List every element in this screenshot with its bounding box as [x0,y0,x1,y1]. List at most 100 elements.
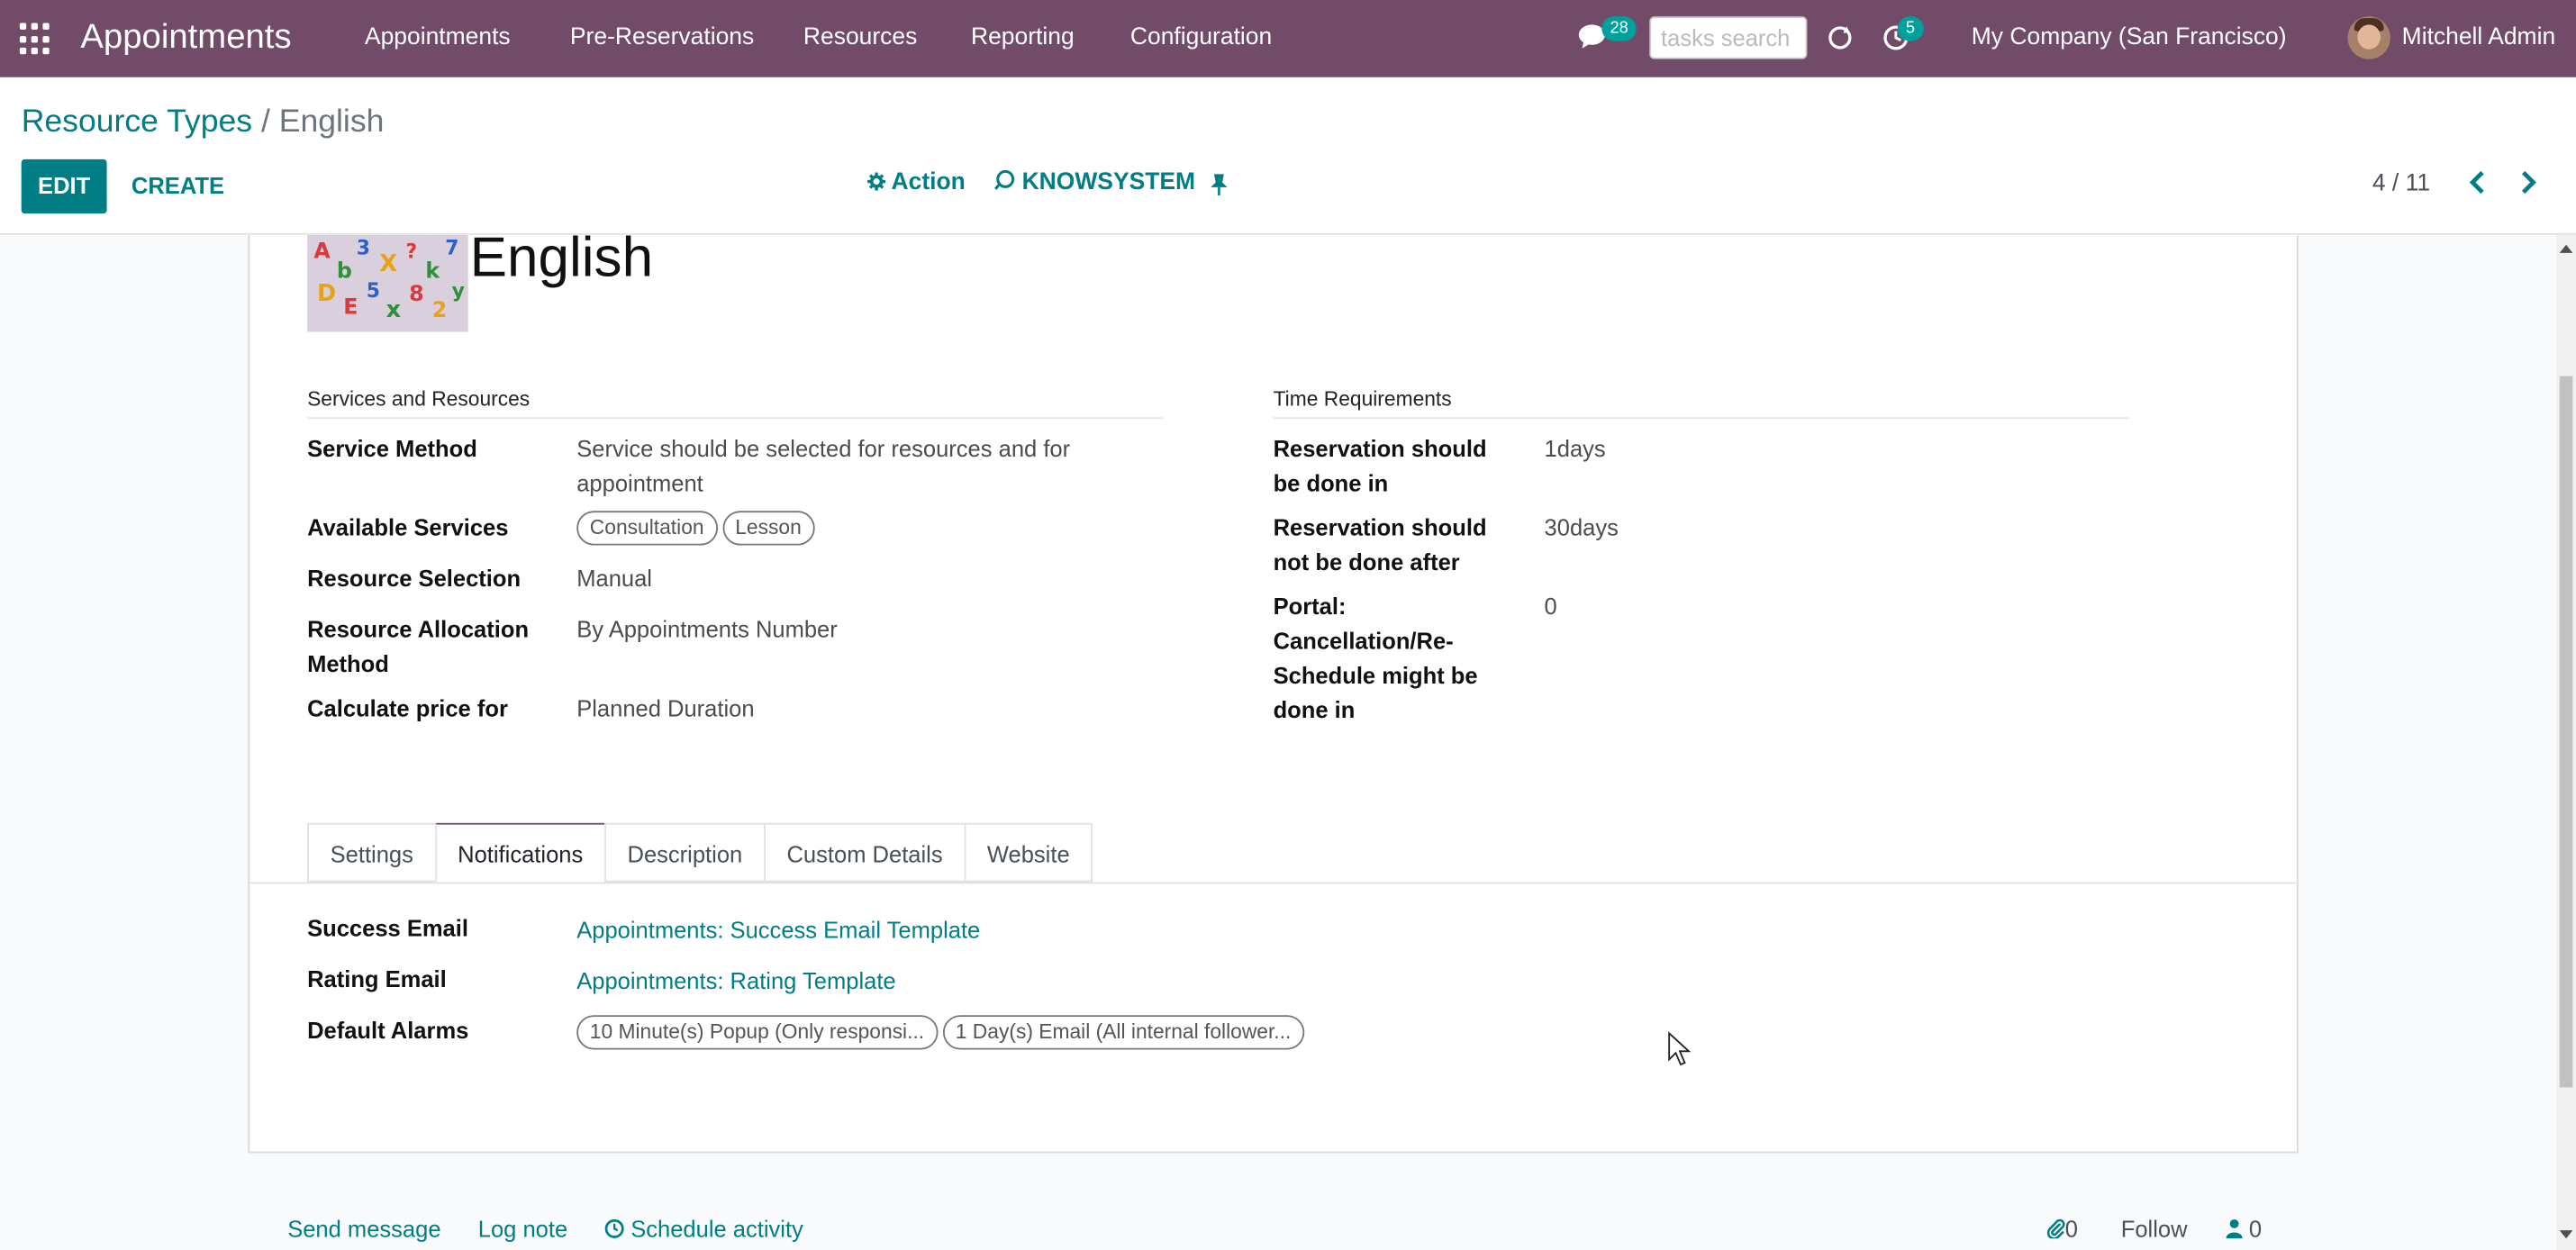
record-image[interactable]: A b 3 X ? k 7 D E 5 x 8 2 y [307,234,468,332]
tab-description[interactable]: Description [603,822,764,883]
svg-text:y: y [452,280,465,303]
schedule-activity-label: Schedule activity [630,1215,803,1242]
service-tag[interactable]: Consultation [576,511,718,546]
services-group-title: Services and Resources [307,387,531,411]
pager-value[interactable]: 4 / 11 [2372,171,2430,197]
resource-selection-label: Resource Selection [307,565,522,592]
reservation-not-after-value: 30days [1544,513,1619,541]
tasks-search-input[interactable] [1649,16,1808,59]
scroll-down-arrow-icon[interactable] [2559,1230,2573,1239]
alarm-tag[interactable]: 1 Day(s) Email (All internal follower... [942,1015,1304,1050]
scroll-up-arrow-icon[interactable] [2559,244,2573,253]
paperclip-icon [2046,1216,2065,1242]
available-services-label: Available Services [307,513,509,541]
action-label: Action [891,168,966,196]
menu-resources[interactable]: Resources [803,0,917,77]
follow-button[interactable]: Follow [2121,1216,2188,1242]
tab-website[interactable]: Website [964,822,1093,883]
time-group-title: Time Requirements [1273,387,1452,411]
breadcrumb-parent[interactable]: Resource Types [22,104,252,140]
svg-text:5: 5 [367,280,380,303]
form-scrollbar[interactable] [2556,234,2576,1250]
attachments-count: 0 [2064,1215,2078,1242]
service-method-label: Service Method [307,435,477,462]
schedule-activity-button[interactable]: Schedule activity [604,1216,803,1242]
svg-text:8: 8 [409,281,423,306]
breadcrumb-current: English [278,103,385,140]
service-method-value: Service should be selected for resources… [576,435,1071,496]
portal-cancellation-label: Portal: Cancellation/Re-Schedule might b… [1273,593,1478,723]
reservation-not-after-label: Reservation should not be done after [1273,513,1487,575]
resource-selection-value: Manual [576,565,652,592]
messages-count-badge: 28 [1601,16,1637,41]
log-note-button[interactable]: Log note [478,1216,567,1242]
svg-text:b: b [337,258,352,283]
svg-text:7: 7 [445,238,458,260]
tab-notifications[interactable]: Notifications [434,822,604,883]
rating-email-link[interactable]: Appointments: Rating Template [576,965,895,999]
chevron-right-icon[interactable] [2518,170,2538,203]
calculate-price-value: Planned Duration [576,694,755,721]
breadcrumb-separator: / [260,103,270,140]
svg-text:k: k [425,258,440,283]
resource-allocation-label: Resource Allocation Method [307,615,530,677]
edit-button[interactable]: EDIT [21,159,107,214]
followers-count: 0 [2248,1215,2263,1242]
resource-allocation-value: By Appointments Number [576,615,838,643]
followers-button[interactable]: 0 [2226,1216,2262,1242]
top-navbar: Appointments Appointments Pre-Reservatio… [0,0,2576,77]
services-group-divider [307,417,1164,420]
user-icon [2226,1216,2243,1242]
create-button[interactable]: CREATE [132,159,224,213]
svg-text:E: E [343,294,358,319]
user-menu[interactable]: Mitchell Admin [2402,0,2556,76]
knowsystem-button[interactable]: KNOWSYSTEM [994,168,1196,196]
time-group-divider [1273,417,2129,420]
reservation-done-in-value: 1days [1544,435,1606,462]
knowsystem-label: KNOWSYSTEM [1021,168,1196,196]
reservation-done-in-label: Reservation should be done in [1273,435,1487,496]
avatar[interactable] [2347,16,2390,59]
mouse-cursor-icon [1667,1031,1692,1075]
apps-grid-icon[interactable] [19,23,52,56]
svg-text:2: 2 [432,297,448,322]
gear-icon [867,169,891,195]
refresh-icon[interactable] [1827,24,1853,59]
calculate-price-label: Calculate price for [307,694,508,721]
svg-text:D: D [317,280,336,307]
service-tag[interactable]: Lesson [721,511,815,546]
menu-configuration[interactable]: Configuration [1130,0,1272,77]
tabs-divider [249,882,2299,884]
tab-custom-details[interactable]: Custom Details [763,822,965,883]
attachments-button[interactable]: 0 [2046,1215,2078,1242]
scroll-thumb[interactable] [2559,376,2573,1088]
svg-text:?: ? [406,240,418,263]
menu-reporting[interactable]: Reporting [971,0,1075,77]
alarm-tag[interactable]: 10 Minute(s) Popup (Only responsi... [576,1015,938,1050]
default-alarms-tags: 10 Minute(s) Popup (Only responsi... 1 Da… [576,1015,1309,1050]
clock-icon [604,1216,624,1242]
knowsystem-icon [994,169,1022,195]
svg-text:A: A [313,238,331,263]
portal-cancellation-value: 0 [1544,593,1557,620]
record-name: English [469,226,654,290]
rating-email-label: Rating Email [307,965,447,992]
notebook-tabs: Settings Notifications Description Custo… [307,822,1093,883]
tab-settings[interactable]: Settings [307,822,435,883]
send-message-button[interactable]: Send message [287,1216,440,1242]
svg-text:x: x [386,296,402,323]
default-alarms-label: Default Alarms [307,1017,469,1044]
app-name[interactable]: Appointments [80,0,291,76]
available-services-tags: Consultation Lesson [576,511,820,546]
success-email-label: Success Email [307,914,468,942]
pin-icon[interactable] [1209,173,1229,205]
activities-count-badge: 5 [1897,16,1924,41]
company-switcher[interactable]: My Company (San Francisco) [1972,0,2287,76]
action-button[interactable]: Action [867,169,966,195]
menu-pre-reservations[interactable]: Pre-Reservations [570,0,754,77]
svg-text:3: 3 [357,238,370,260]
success-email-link[interactable]: Appointments: Success Email Template [576,913,980,947]
svg-text:X: X [379,250,397,277]
chevron-left-icon[interactable] [2468,170,2488,203]
menu-appointments[interactable]: Appointments [365,0,511,77]
